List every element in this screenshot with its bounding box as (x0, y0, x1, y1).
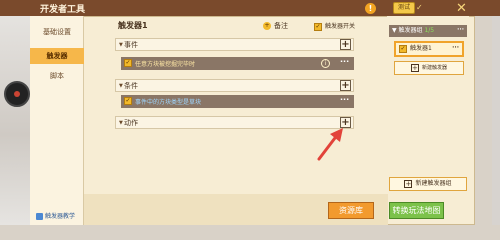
more-options-icon[interactable]: ··· (340, 95, 349, 104)
sidebar-item-scripts[interactable]: 脚本 (30, 68, 84, 84)
event-section-label: 事件 (124, 41, 138, 49)
sidebar-item-basic-settings[interactable]: 基础设置 (30, 24, 84, 40)
trigger-item-checkbox[interactable]: ✓ (399, 44, 407, 53)
remark-label: 备注 (274, 22, 288, 30)
condition-item-text: 事件中的方块类型是草块 (135, 99, 202, 106)
condition-item-checkbox[interactable]: ✓ (124, 97, 132, 105)
add-event-button[interactable]: + (340, 39, 351, 50)
window-title: 开发者工具 (40, 5, 86, 15)
group-more-icon[interactable]: ··· (457, 24, 464, 36)
plus-icon: + (404, 179, 413, 188)
new-trigger-button[interactable]: + 新建触发器 (394, 61, 464, 75)
group-name: 触发器组 (398, 27, 423, 34)
tutorial-icon (36, 213, 43, 220)
condition-section-label: 条件 (124, 82, 138, 90)
new-group-label: 新建触发器组 (415, 180, 452, 187)
pointer-arrow-icon (317, 128, 343, 161)
collapse-triangle-icon[interactable]: ▼ (119, 42, 123, 48)
tutorial-label: 触发器教学 (45, 213, 76, 220)
trigger-item-label: 触发器1 (410, 45, 432, 52)
info-icon[interactable]: i (321, 59, 330, 68)
test-button[interactable]: 测试 (393, 2, 415, 14)
trigger-list-item[interactable]: ✓ 触发器1 ··· (394, 41, 464, 57)
convert-gameplay-map-button[interactable]: 转换玩法地图 (389, 202, 444, 219)
sidebar: 基础设置 触发器 脚本 (30, 16, 84, 225)
event-item-row[interactable]: ✓ 任意方块被挖掘完毕时 i ··· (121, 57, 354, 70)
trigger-group-header[interactable]: ▼ 触发器组 1/5 ··· (389, 25, 467, 37)
collapse-triangle-icon[interactable]: ▼ (119, 83, 123, 89)
switch-checkbox[interactable]: ✓ (314, 22, 322, 31)
group-count: 1/5 (424, 27, 435, 34)
new-trigger-group-button[interactable]: + 新建触发器组 (389, 177, 467, 191)
test-check-icon[interactable]: ✓ (416, 4, 424, 12)
close-icon[interactable]: ✕ (456, 1, 467, 16)
trigger-tutorial-link[interactable]: 触发器教学 (36, 211, 75, 220)
collapse-triangle-icon[interactable]: ▼ (119, 120, 123, 126)
resource-library-button[interactable]: 资源库 (328, 202, 374, 219)
add-condition-button[interactable]: + (340, 80, 351, 91)
warning-icon[interactable]: ! (365, 3, 376, 14)
background-right (492, 0, 500, 225)
music-disc-icon[interactable] (4, 81, 30, 107)
trigger-title: 触发器1 (118, 21, 148, 30)
condition-item-row[interactable]: ✓ 事件中的方块类型是草块 ··· (121, 95, 354, 108)
trigger-item-more-icon[interactable]: ··· (452, 42, 459, 54)
condition-section-header[interactable]: ▼ 条件 + (115, 79, 354, 92)
event-item-text: 任意方块被挖掘完毕时 (135, 61, 196, 68)
switch-label: 触发器开关 (325, 23, 356, 30)
remark-plus-icon: + (263, 22, 271, 30)
background-left (0, 0, 30, 225)
event-item-checkbox[interactable]: ✓ (124, 59, 132, 67)
new-trigger-label: 新建触发器 (421, 65, 447, 71)
plus-icon: + (410, 63, 419, 72)
more-options-icon[interactable]: ··· (340, 57, 349, 66)
remark-button[interactable]: + 备注 (263, 21, 288, 31)
sidebar-item-triggers[interactable]: 触发器 (30, 48, 84, 64)
event-section-header[interactable]: ▼ 事件 + (115, 38, 354, 51)
trigger-switch[interactable]: ✓ 触发器开关 (314, 21, 355, 31)
action-section-label: 动作 (124, 119, 138, 127)
